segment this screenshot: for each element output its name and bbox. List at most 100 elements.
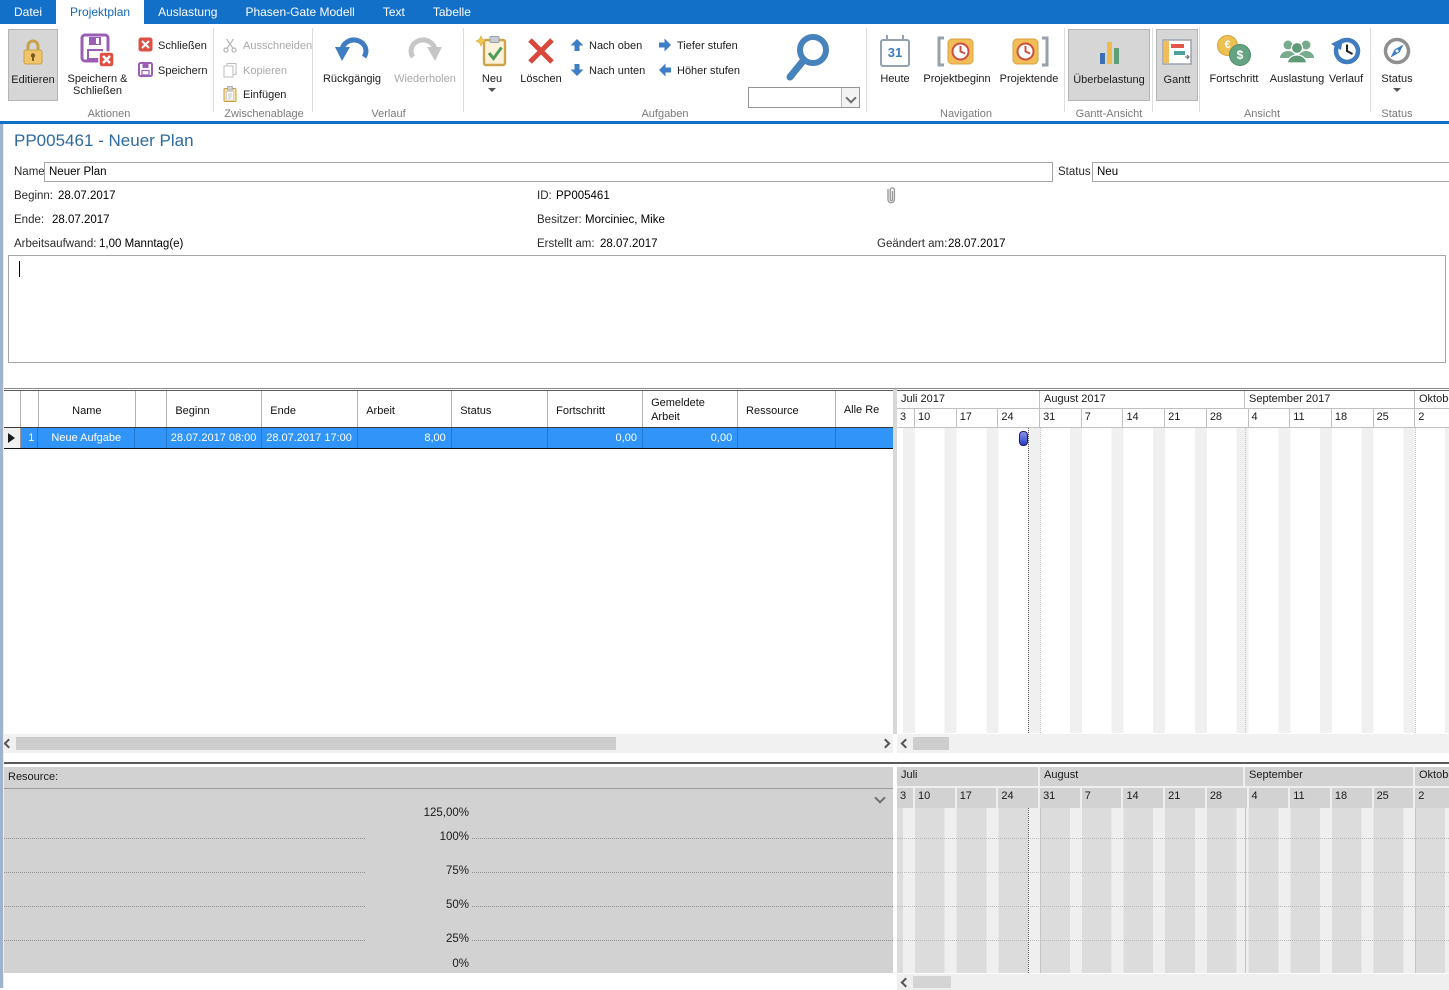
cell-empty[interactable] <box>135 428 166 448</box>
header-empty[interactable] <box>136 391 168 427</box>
cell-ressource[interactable] <box>738 428 836 448</box>
ueberbelastung-button[interactable]: Überbelastung <box>1068 29 1150 101</box>
wiederholen-button[interactable]: Wiederholen <box>390 29 460 101</box>
editieren-button[interactable]: Editieren <box>8 29 58 101</box>
name-input[interactable] <box>44 162 1053 182</box>
cell-beginn[interactable]: 28.07.2017 08:00 <box>167 428 262 448</box>
speichern-button[interactable]: Speichern <box>138 61 208 81</box>
verlauf-button[interactable]: Verlauf <box>1324 29 1368 101</box>
erstellt-am-value: 28.07.2017 <box>600 238 658 250</box>
gantt-horizontal-scrollbar[interactable] <box>897 734 1449 753</box>
tab-auslastung[interactable]: Auslastung <box>144 0 231 24</box>
calendar-day-number: 31 <box>882 45 908 60</box>
resource-week-cell: 10 <box>915 788 957 808</box>
rueckgaengig-label: Rückgängig <box>323 73 381 85</box>
header-ende[interactable]: Ende <box>262 391 358 427</box>
nach-unten-button[interactable]: Nach unten <box>570 61 645 81</box>
gantt-body[interactable] <box>897 428 1449 733</box>
ausschneiden-button[interactable]: Ausschneiden <box>222 36 312 56</box>
header-beginn[interactable]: Beginn <box>167 391 262 427</box>
chevron-down-icon[interactable] <box>874 792 885 803</box>
tab-datei[interactable]: Datei <box>0 0 56 24</box>
resource-week-cell: 17 <box>957 788 999 808</box>
month-gridline <box>1245 808 1246 973</box>
status-field-label: Status <box>1058 166 1091 178</box>
tiefer-stufen-button[interactable]: Tiefer stufen <box>658 36 738 56</box>
copy-icon <box>222 62 238 81</box>
notes-field[interactable] <box>8 255 1446 363</box>
resource-month-header: Juli August September Oktober <box>897 767 1449 788</box>
cell-arbeit[interactable]: 8,00 <box>358 428 452 448</box>
auslastung-button[interactable]: Auslastung <box>1266 29 1328 101</box>
header-gemeldete-arbeit[interactable]: Gemeldete Arbeit <box>643 391 738 427</box>
header-arbeit[interactable]: Arbeit <box>358 391 452 427</box>
paste-icon <box>222 86 238 105</box>
einfuegen-button[interactable]: Einfügen <box>222 85 286 105</box>
scroll-left-arrow[interactable] <box>897 979 913 986</box>
combobox-field[interactable] <box>749 88 841 107</box>
nach-oben-button[interactable]: Nach oben <box>570 36 642 56</box>
cell-gemeldete-arbeit[interactable]: 0,00 <box>643 428 738 448</box>
resource-month-cell: September <box>1245 767 1415 788</box>
resource-panel: Resource: 125,00% 100% 75% 50% 25% 0% Ju… <box>0 762 1449 988</box>
status-button[interactable]: Status <box>1374 29 1420 115</box>
task-filter-combobox[interactable] <box>748 87 860 108</box>
header-ressource[interactable]: Ressource <box>738 391 836 427</box>
cell-status[interactable] <box>452 428 548 448</box>
cell-name[interactable]: Neue Aufgabe <box>38 428 135 448</box>
header-fortschritt[interactable]: Fortschritt <box>548 391 643 427</box>
save-close-icon <box>80 29 116 73</box>
speichern-schliessen-button[interactable]: Speichern & Schließen <box>61 29 134 101</box>
resource-histogram[interactable] <box>897 808 1449 973</box>
cell-fortschritt[interactable]: 0,00 <box>548 428 643 448</box>
header-rownum-cell[interactable] <box>21 391 39 427</box>
project-start-clock-icon <box>936 29 978 73</box>
tab-phasen-gate-modell[interactable]: Phasen-Gate Modell <box>231 0 368 24</box>
text-cursor <box>19 261 20 277</box>
scroll-right-arrow[interactable] <box>877 740 893 747</box>
gantt-button[interactable]: Gantt <box>1156 29 1198 101</box>
rueckgaengig-button[interactable]: Rückgängig <box>318 29 386 101</box>
scrollbar-thumb[interactable] <box>913 976 951 988</box>
table-row[interactable]: 1 Neue Aufgabe 28.07.2017 08:00 28.07.20… <box>1 428 893 449</box>
fortschritt-label: Fortschritt <box>1210 73 1259 85</box>
projektende-button[interactable]: Projektende <box>996 29 1062 101</box>
scissors-icon <box>222 37 238 56</box>
table-horizontal-scrollbar[interactable] <box>0 734 893 753</box>
besitzer-value: Morciniec, Mike <box>585 214 665 226</box>
header-alle-ressourcen[interactable]: Alle Re <box>836 391 893 427</box>
paperclip-icon[interactable] <box>884 184 898 209</box>
resource-week-cell: 2 <box>1415 788 1449 808</box>
arrow-down-icon <box>570 63 584 80</box>
neu-button[interactable]: Neu <box>470 29 514 115</box>
redo-icon <box>405 29 445 73</box>
scrollbar-thumb[interactable] <box>16 737 616 750</box>
fortschritt-button[interactable]: € $ Fortschritt <box>1203 29 1265 101</box>
neu-label: Neu <box>482 73 502 85</box>
resource-week-header: 3 10 17 24 31 7 14 21 28 4 11 18 25 2 <box>897 788 1449 808</box>
tab-text[interactable]: Text <box>369 0 419 24</box>
nach-oben-label: Nach oben <box>589 40 642 52</box>
loeschen-button[interactable]: Löschen <box>518 29 564 101</box>
scrollbar-thumb[interactable] <box>913 737 949 750</box>
resource-month-cell: Oktober <box>1415 767 1449 788</box>
header-indicator-cell[interactable] <box>2 391 21 427</box>
projektbeginn-button[interactable]: Projektbeginn <box>920 29 994 101</box>
scroll-left-arrow[interactable] <box>897 740 913 747</box>
cell-ende[interactable]: 28.07.2017 17:00 <box>262 428 358 448</box>
header-status[interactable]: Status <box>452 391 548 427</box>
status-input[interactable] <box>1092 162 1449 182</box>
task-milestone-marker[interactable] <box>1019 431 1028 446</box>
tab-tabelle[interactable]: Tabelle <box>419 0 485 24</box>
combobox-dropdown-button[interactable] <box>841 88 859 107</box>
gantt-month-cell: August 2017 <box>1040 391 1245 409</box>
tab-projektplan[interactable]: Projektplan <box>56 0 144 24</box>
kopieren-button[interactable]: Kopieren <box>222 61 287 81</box>
hoeher-stufen-button[interactable]: Höher stufen <box>658 61 740 81</box>
cell-alle-ressourcen[interactable] <box>836 428 893 448</box>
schliessen-button[interactable]: Schließen <box>138 36 207 56</box>
resource-filter-row[interactable] <box>0 789 893 809</box>
scale-label: 25% <box>366 933 472 945</box>
header-name[interactable]: Name <box>39 391 136 427</box>
heute-button[interactable]: 31 Heute <box>872 29 918 101</box>
